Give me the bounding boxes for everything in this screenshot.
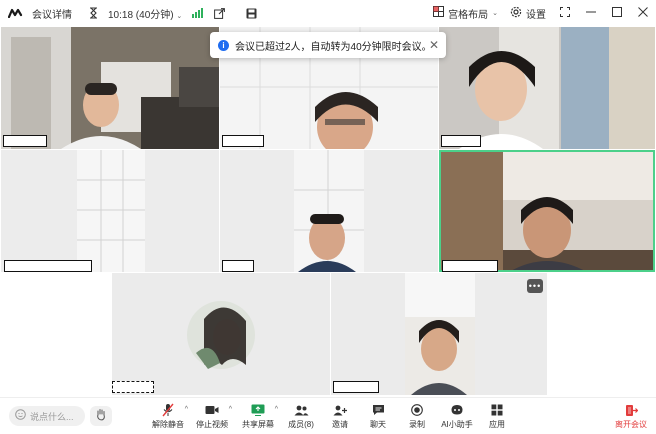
leave-meeting-label: 离开会议 bbox=[615, 420, 647, 429]
hourglass-icon bbox=[86, 6, 100, 20]
chevron-down-icon: ⌄ bbox=[492, 10, 498, 17]
participant-video-frame bbox=[1, 150, 219, 272]
muted-microphone-icon bbox=[162, 403, 174, 417]
hand-icon bbox=[95, 408, 107, 424]
participant-name-label bbox=[222, 260, 254, 272]
timer-text: 10:18 (40分钟) bbox=[108, 9, 174, 21]
leave-meeting-button[interactable]: 离开会议 bbox=[611, 403, 651, 433]
ai-assistant-label: AI小助手 bbox=[441, 420, 473, 429]
video-tile-participant-3[interactable] bbox=[439, 27, 655, 149]
ai-assistant-icon bbox=[450, 403, 464, 417]
tencent-meeting-logo-icon bbox=[8, 8, 24, 18]
participant-name-label bbox=[3, 135, 47, 147]
raise-hand-button[interactable] bbox=[90, 406, 112, 426]
video-tile-participant-8[interactable] bbox=[331, 273, 547, 395]
members-button[interactable]: 成员(8) bbox=[281, 403, 321, 433]
share-screen-icon bbox=[251, 403, 265, 417]
video-tile-participant-4[interactable] bbox=[1, 150, 219, 272]
share-screen-button[interactable]: 共享屏幕 ^ bbox=[238, 403, 278, 433]
invite-user-icon bbox=[333, 403, 347, 417]
grid-layout-icon bbox=[433, 6, 445, 20]
record-icon bbox=[411, 403, 423, 417]
participant-name-label bbox=[333, 381, 379, 393]
chevron-up-icon[interactable]: ^ bbox=[229, 406, 232, 413]
video-tile-participant-7-avatar[interactable] bbox=[112, 273, 330, 395]
video-camera-icon bbox=[205, 403, 219, 417]
chat-bubble-icon bbox=[372, 403, 385, 417]
grid-layout-button[interactable]: 宫格布局 ⌄ bbox=[427, 6, 504, 21]
meeting-timer[interactable]: 10:18 (40分钟) ⌄ bbox=[108, 6, 182, 21]
unmute-button[interactable]: 解除静音 ^ bbox=[148, 403, 188, 433]
video-tile-participant-1[interactable] bbox=[1, 27, 219, 149]
participant-video-frame bbox=[331, 273, 547, 395]
top-bar: 会议详情 10:18 (40分钟) ⌄ 宫格布局 ⌄ 设置 bbox=[0, 0, 656, 26]
notification-text: 会议已超过2人，自动转为40分钟限时会议。 bbox=[235, 41, 432, 53]
apps-label: 应用 bbox=[489, 420, 505, 429]
participant-name-label bbox=[441, 135, 481, 147]
fullscreen-button[interactable] bbox=[552, 0, 578, 26]
close-icon[interactable]: ✕ bbox=[429, 38, 439, 52]
invite-label: 邀请 bbox=[332, 420, 348, 429]
members-label: 成员(8) bbox=[288, 420, 314, 429]
chat-input[interactable]: 说点什么... bbox=[9, 406, 85, 426]
gear-icon bbox=[510, 6, 522, 21]
info-icon: i bbox=[218, 39, 229, 51]
apps-button[interactable]: 应用 bbox=[477, 403, 517, 433]
chat-placeholder: 说点什么... bbox=[30, 411, 74, 422]
video-tile-participant-5[interactable] bbox=[220, 150, 438, 272]
fullscreen-icon bbox=[560, 6, 570, 20]
grid-layout-label: 宫格布局 bbox=[448, 9, 489, 21]
participant-video-frame bbox=[439, 27, 655, 149]
participant-name-label bbox=[4, 260, 92, 272]
settings-label: 设置 bbox=[526, 9, 546, 21]
popout-icon[interactable] bbox=[212, 6, 226, 20]
participant-video-frame bbox=[220, 150, 438, 272]
avatar bbox=[112, 273, 330, 395]
apps-grid-icon bbox=[491, 403, 503, 417]
ai-assistant-button[interactable]: AI小助手 bbox=[437, 403, 477, 433]
close-window-button[interactable] bbox=[630, 0, 656, 26]
minimize-button[interactable] bbox=[578, 0, 604, 26]
participant-name-label bbox=[112, 381, 154, 393]
maximize-button[interactable] bbox=[604, 0, 630, 26]
unmute-label: 解除静音 bbox=[152, 420, 184, 429]
signal-bars-icon[interactable] bbox=[190, 6, 204, 20]
save-icon[interactable] bbox=[244, 6, 258, 20]
maximize-icon bbox=[612, 6, 622, 20]
stop-video-label: 停止视频 bbox=[196, 420, 228, 429]
settings-button[interactable]: 设置 bbox=[504, 6, 552, 21]
bottom-toolbar: 说点什么... 解除静音 ^ 停止视频 ^ 共享屏幕 ^ 成员(8) 邀请 聊天… bbox=[0, 397, 656, 434]
chevron-up-icon[interactable]: ^ bbox=[185, 406, 188, 413]
chat-label: 聊天 bbox=[370, 420, 386, 429]
share-screen-label: 共享屏幕 bbox=[242, 420, 274, 429]
participant-video-frame bbox=[1, 27, 219, 149]
meeting-limit-notification: i 会议已超过2人，自动转为40分钟限时会议。 ✕ bbox=[210, 32, 446, 58]
record-label: 录制 bbox=[409, 420, 425, 429]
more-dots-icon: ••• bbox=[528, 281, 542, 291]
chevron-up-icon[interactable]: ^ bbox=[275, 406, 278, 413]
participant-video-frame bbox=[439, 150, 655, 272]
stop-video-button[interactable]: 停止视频 ^ bbox=[192, 403, 232, 433]
video-grid: i 会议已超过2人，自动转为40分钟限时会议。 ✕ ••• bbox=[0, 26, 656, 397]
meeting-details-button[interactable]: 会议详情 bbox=[32, 6, 72, 21]
minimize-icon bbox=[586, 7, 596, 20]
close-icon bbox=[638, 6, 648, 20]
record-button[interactable]: 录制 bbox=[397, 403, 437, 433]
emoji-icon[interactable] bbox=[15, 409, 26, 423]
video-tile-participant-6-active[interactable] bbox=[439, 150, 655, 272]
chat-button[interactable]: 聊天 bbox=[358, 403, 398, 433]
participant-name-label bbox=[222, 135, 264, 147]
more-options-button[interactable]: ••• bbox=[527, 279, 543, 293]
chevron-down-icon: ⌄ bbox=[176, 12, 183, 20]
participant-name-label bbox=[442, 260, 498, 272]
invite-button[interactable]: 邀请 bbox=[320, 403, 360, 433]
members-icon bbox=[294, 403, 309, 417]
leave-door-icon bbox=[625, 403, 638, 417]
